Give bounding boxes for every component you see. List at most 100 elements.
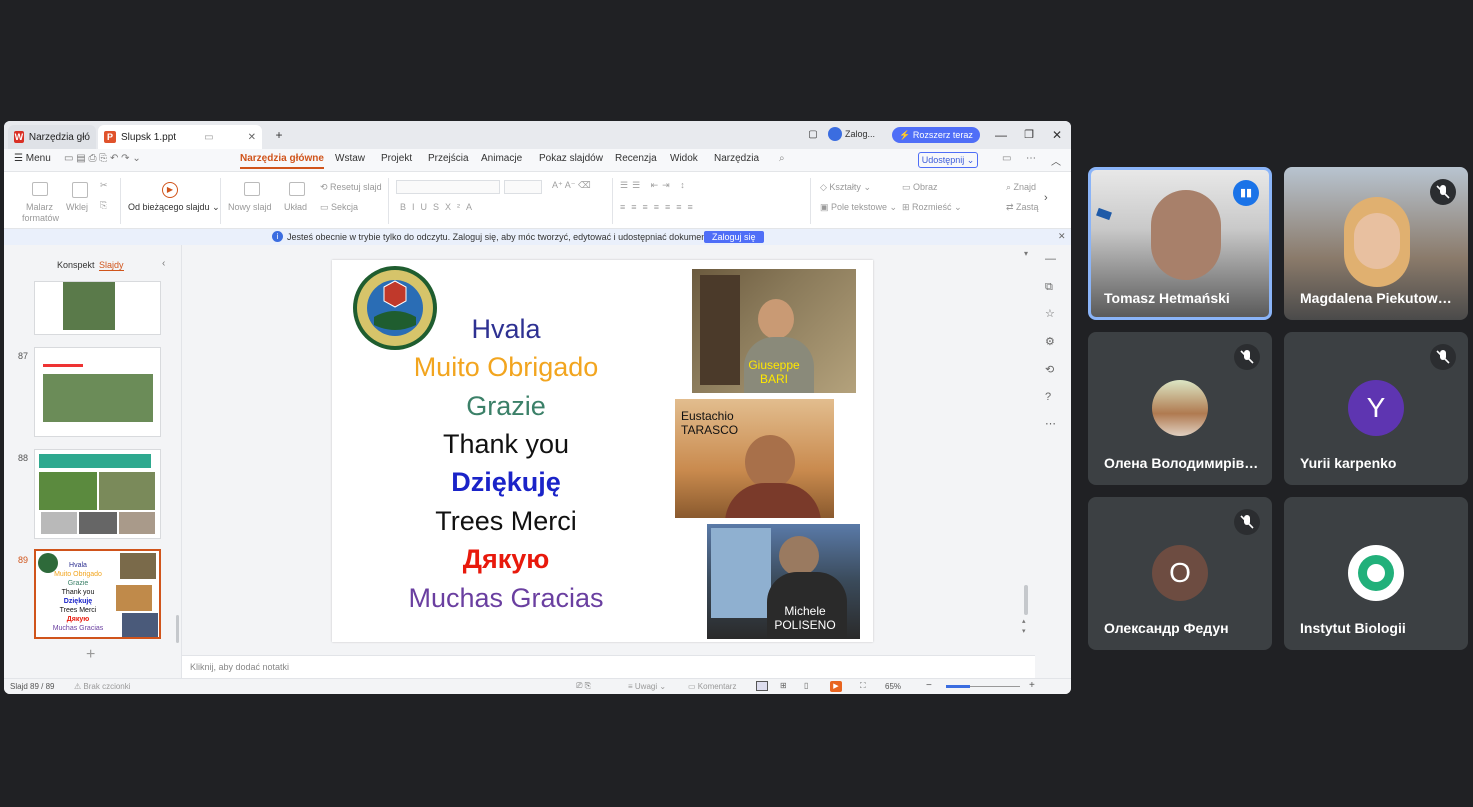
tab-review[interactable]: Recenzja [615,153,657,164]
notes-area[interactable]: Kliknij, aby dodać notatki [182,655,1035,678]
slide-thumbnail[interactable] [34,281,161,335]
more-tools-icon[interactable]: ⋯ [1045,417,1056,430]
text-box-button[interactable]: ▣ Pole tekstowe ⌄ [820,202,897,213]
tab-slides[interactable]: Slajdy [99,260,124,271]
window-layout-icon[interactable]: ▢ [802,125,824,145]
menu-button[interactable]: ☰ Menu [14,153,51,164]
font-size-box[interactable] [504,180,542,194]
tab-tools[interactable]: W Narzędzia głó [8,125,96,149]
login-button[interactable]: Zaloguj się [704,231,764,243]
maximize-icon[interactable]: ❐ [1018,125,1040,145]
section-button[interactable]: ▭ Sekcja [320,202,358,213]
canvas-scrollbar[interactable] [1024,585,1028,615]
add-slide-icon[interactable]: + [86,646,95,664]
collapse-ribbon-icon[interactable]: ︿ [1051,153,1061,168]
collapse-panel-icon[interactable]: ‹ [162,258,165,269]
layout-icon[interactable] [289,182,305,196]
paste-icon[interactable] [72,182,88,198]
history-icon[interactable]: ⟲ [1045,363,1054,376]
participant-tile[interactable]: Y Yurii karpenko [1284,332,1468,485]
minimize-icon[interactable]: — [990,125,1012,145]
status-icons[interactable]: ⎚ ⎘ [576,681,591,691]
wps-logo-icon: W [14,131,24,143]
tab-tools-ribbon[interactable]: Narzędzia [714,153,759,164]
replace-button[interactable]: ⇄ Zastą [1006,202,1039,213]
list-icons[interactable]: ☰☰ ⇤⇥ ↕ [620,180,689,191]
missing-font-indicator[interactable]: ⚠ Brak czcionki [74,682,131,691]
comment-icon[interactable]: ▭ [1002,153,1011,164]
current-slide[interactable]: Hvala Muito Obrigado Grazie Thank you Dz… [332,260,873,642]
participant-tile[interactable]: Олена Володимирівна [1088,332,1272,485]
tab-animations[interactable]: Animacje [481,153,522,164]
reset-slide-button[interactable]: ⟲ Resetuj slajd [320,182,382,193]
panel-scrollbar[interactable] [176,615,179,643]
participant-tile-speaking[interactable]: ▮▮ Tomasz Hetmański [1088,167,1272,320]
close-info-icon[interactable]: ✕ [1058,231,1066,242]
tab-design[interactable]: Projekt [381,153,412,164]
slide-sorter-icon[interactable]: ⊞ [780,681,787,690]
comment-toggle[interactable]: ▭ Komentarz [688,682,736,691]
zoom-level[interactable]: 65% [885,682,901,691]
slide-thumbnail[interactable] [34,449,161,539]
new-slide-icon[interactable] [244,182,260,196]
from-current-slide-button[interactable]: Od bieżącego slajdu ⌄ [128,202,220,213]
tab-home[interactable]: Narzędzia główne [240,153,324,169]
close-tab-icon[interactable]: ✕ [248,132,256,143]
search-icon[interactable]: ⌕ [779,153,785,164]
font-name-box[interactable] [396,180,500,194]
thumbnail-photo [120,553,156,579]
tab-slideshow[interactable]: Pokaz slajdów [539,153,603,164]
canvas-menu-icon[interactable]: ▾ [1024,249,1028,258]
user-avatar-icon[interactable] [828,127,842,141]
participant-tile[interactable]: Instytut Biologii [1284,497,1468,650]
share-button[interactable]: Udostępnij ⌄ [918,152,978,168]
image-button[interactable]: ▭ Obraz [902,182,938,193]
play-from-current-icon[interactable]: ▶ [162,182,178,198]
more-icon[interactable]: ⋯ [1026,153,1036,164]
tab-document[interactable]: P Slupsk 1.ppt ▭ ✕ [98,125,262,149]
upgrade-button[interactable]: ⚡ Rozszerz teraz [892,127,980,143]
settings-sliders-icon[interactable]: ⚙ [1045,335,1055,348]
new-slide-label[interactable]: Nowy slajd [228,202,272,212]
tab-insert[interactable]: Wstaw [335,153,365,164]
format-painter-icon[interactable] [32,182,48,196]
slideshow-play-icon[interactable]: ▶ [830,681,842,692]
fit-window-icon[interactable]: ⛶ [860,681,866,691]
star-icon[interactable]: ☆ [1045,307,1055,320]
help-icon[interactable]: ? [1045,391,1051,403]
find-button[interactable]: ⌕ Znajd [1006,182,1036,193]
font-style-icons[interactable]: BIUSX²A [400,202,478,212]
layout-label[interactable]: Układ [284,202,307,212]
notes-toggle[interactable]: ≡ Uwagi ⌄ [628,682,666,691]
login-link[interactable]: Zalog... [845,129,875,139]
zoom-in-icon[interactable]: + [1029,680,1035,691]
tab-transitions[interactable]: Przejścia [428,153,469,164]
background-object [1096,207,1112,221]
participant-tile[interactable]: Magdalena Piekutowska [1284,167,1468,320]
zoom-out-icon[interactable]: − [926,680,932,691]
slide-thumbnail[interactable] [34,347,161,437]
layers-icon[interactable]: ⧉ [1045,281,1053,294]
reading-view-icon[interactable]: ▯ [804,681,808,690]
close-window-icon[interactable]: ✕ [1046,125,1068,145]
collapse-right-icon[interactable]: — [1045,253,1056,265]
new-tab-icon[interactable]: + [268,125,290,145]
tab-outline[interactable]: Konspekt [57,260,95,270]
normal-view-icon[interactable] [756,681,768,691]
font-size-tools-icon[interactable]: A⁺ A⁻ ⌫ [552,180,591,191]
shapes-button[interactable]: ◇ Kształty ⌄ [820,182,871,193]
paste-label[interactable]: Wklej [66,202,88,212]
align-icons[interactable]: ≡≡≡≡≡≡≡ [620,202,699,212]
arrange-button[interactable]: ⊞ Rozmieść ⌄ [902,202,962,213]
copy-icon[interactable]: ⎘ [100,200,107,211]
comment-toggle-label: Komentarz [697,682,737,691]
canvas-scroll-arrows[interactable]: ▴ ▾ [1022,617,1026,637]
slide-thumbnail-current[interactable]: Hvala Muito Obrigado Grazie Thank you Dz… [34,549,161,639]
participant-tile[interactable]: О Олександр Федун [1088,497,1272,650]
tab-window-icon[interactable]: ▭ [204,132,213,143]
tab-view[interactable]: Widok [670,153,698,164]
ribbon-scroll-right-icon[interactable]: › [1044,192,1048,204]
quick-access-icons[interactable]: ▭ ▤ ⎙ ⎘ ↶ ↷ ⌄ [64,153,141,164]
cut-icon[interactable]: ✂ [100,180,108,191]
thumbnail-photo [99,472,155,510]
